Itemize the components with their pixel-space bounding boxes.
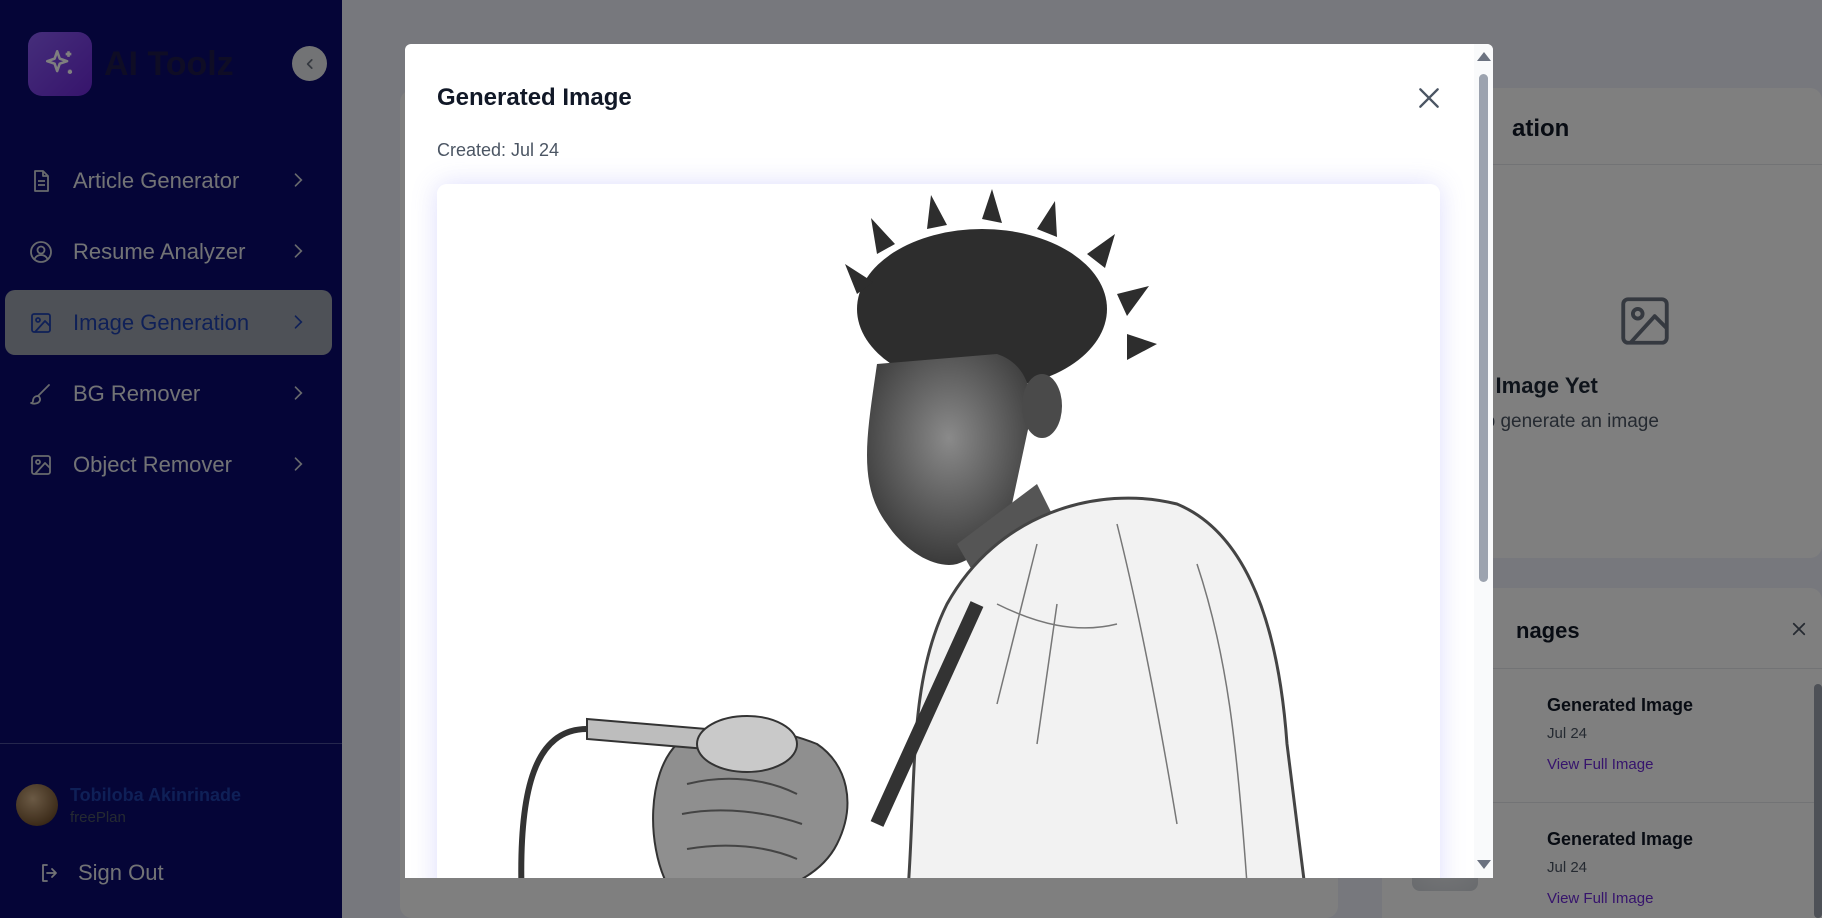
scroll-thumb[interactable]: [1479, 74, 1488, 582]
scroll-down-icon[interactable]: [1477, 860, 1491, 869]
image-modal: Generated Image Created: Jul 24: [405, 44, 1493, 878]
close-icon[interactable]: [1411, 80, 1447, 116]
created-date: Created: Jul 24: [437, 140, 560, 160]
scroll-up-icon[interactable]: [1477, 52, 1491, 61]
modal-title: Generated Image: [437, 84, 632, 111]
generated-image: [437, 184, 1440, 878]
pencil-sketch-image: [437, 184, 1440, 878]
modal-scrollbar[interactable]: [1474, 44, 1493, 878]
